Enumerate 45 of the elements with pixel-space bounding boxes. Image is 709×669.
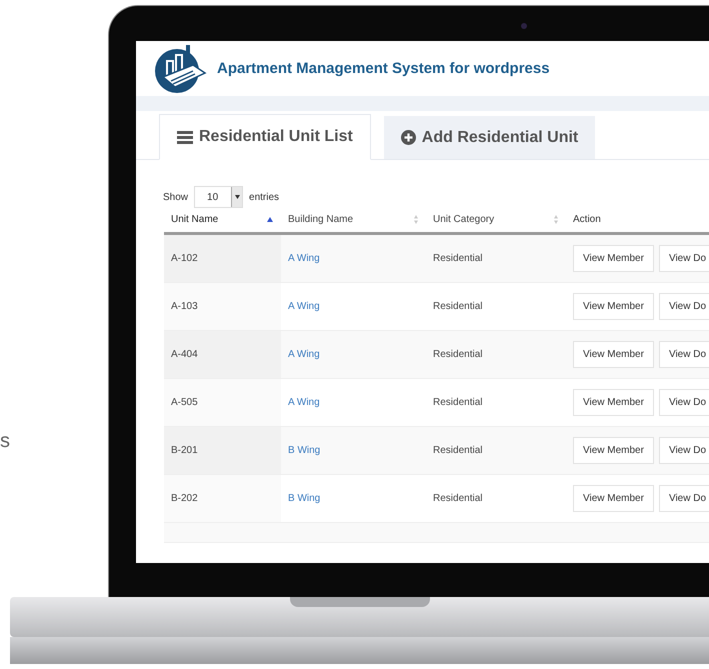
- table-cell: A-404: [164, 331, 281, 378]
- caret-icon: [234, 195, 240, 199]
- entries-select[interactable]: 10: [194, 186, 244, 208]
- action-button[interactable]: View Member: [573, 293, 654, 320]
- table-cell-text: Residential: [432, 444, 484, 458]
- table-cell-text: Residential: [432, 300, 484, 314]
- show-label: Show: [163, 192, 188, 202]
- column-header[interactable]: Building Name: [288, 214, 354, 225]
- column-header[interactable]: Unit Category: [433, 214, 494, 225]
- action-button[interactable]: View Do: [658, 389, 709, 416]
- table-cell: A-103: [164, 283, 281, 330]
- table-cell: A-102: [164, 235, 281, 282]
- table-cell: B-201: [164, 427, 281, 474]
- side-text: s: [0, 430, 10, 452]
- building-link[interactable]: A Wing: [288, 397, 320, 408]
- app-title: Apartment Management System for wordpress: [217, 60, 550, 77]
- building-link[interactable]: B Wing: [288, 493, 320, 504]
- table-cell-text: Residential: [432, 348, 484, 362]
- table-cell: A-505: [164, 379, 281, 426]
- plus-circle-icon: [400, 130, 416, 145]
- action-button[interactable]: View Member: [573, 341, 654, 368]
- action-button[interactable]: View Do: [658, 293, 709, 320]
- tab[interactable]: Add Residential Unit: [384, 116, 596, 159]
- camera-dot: [521, 23, 527, 29]
- action-button[interactable]: View Member: [573, 389, 654, 416]
- table-cell-text: Residential: [432, 396, 484, 410]
- tab[interactable]: Residential Unit List: [159, 114, 371, 160]
- action-button[interactable]: View Do: [658, 245, 709, 272]
- column-header[interactable]: Unit Name: [171, 214, 218, 225]
- column-header[interactable]: Action: [573, 214, 601, 225]
- table-cell-text: Residential: [432, 252, 484, 266]
- building-link[interactable]: A Wing: [288, 301, 320, 312]
- action-button[interactable]: View Member: [573, 485, 654, 512]
- building-link[interactable]: A Wing: [288, 253, 320, 264]
- table-cell-text: Residential: [432, 492, 484, 506]
- action-button[interactable]: View Do: [658, 437, 709, 464]
- building-link[interactable]: B Wing: [288, 445, 320, 456]
- action-button[interactable]: View Member: [573, 437, 654, 464]
- action-button[interactable]: View Do: [658, 341, 709, 368]
- list-icon: [177, 130, 193, 144]
- action-button[interactable]: View Member: [573, 245, 654, 272]
- building-link[interactable]: A Wing: [288, 349, 320, 360]
- table-cell: B-202: [164, 475, 281, 522]
- action-button[interactable]: View Do: [658, 485, 709, 512]
- entries-label: entries: [249, 192, 280, 202]
